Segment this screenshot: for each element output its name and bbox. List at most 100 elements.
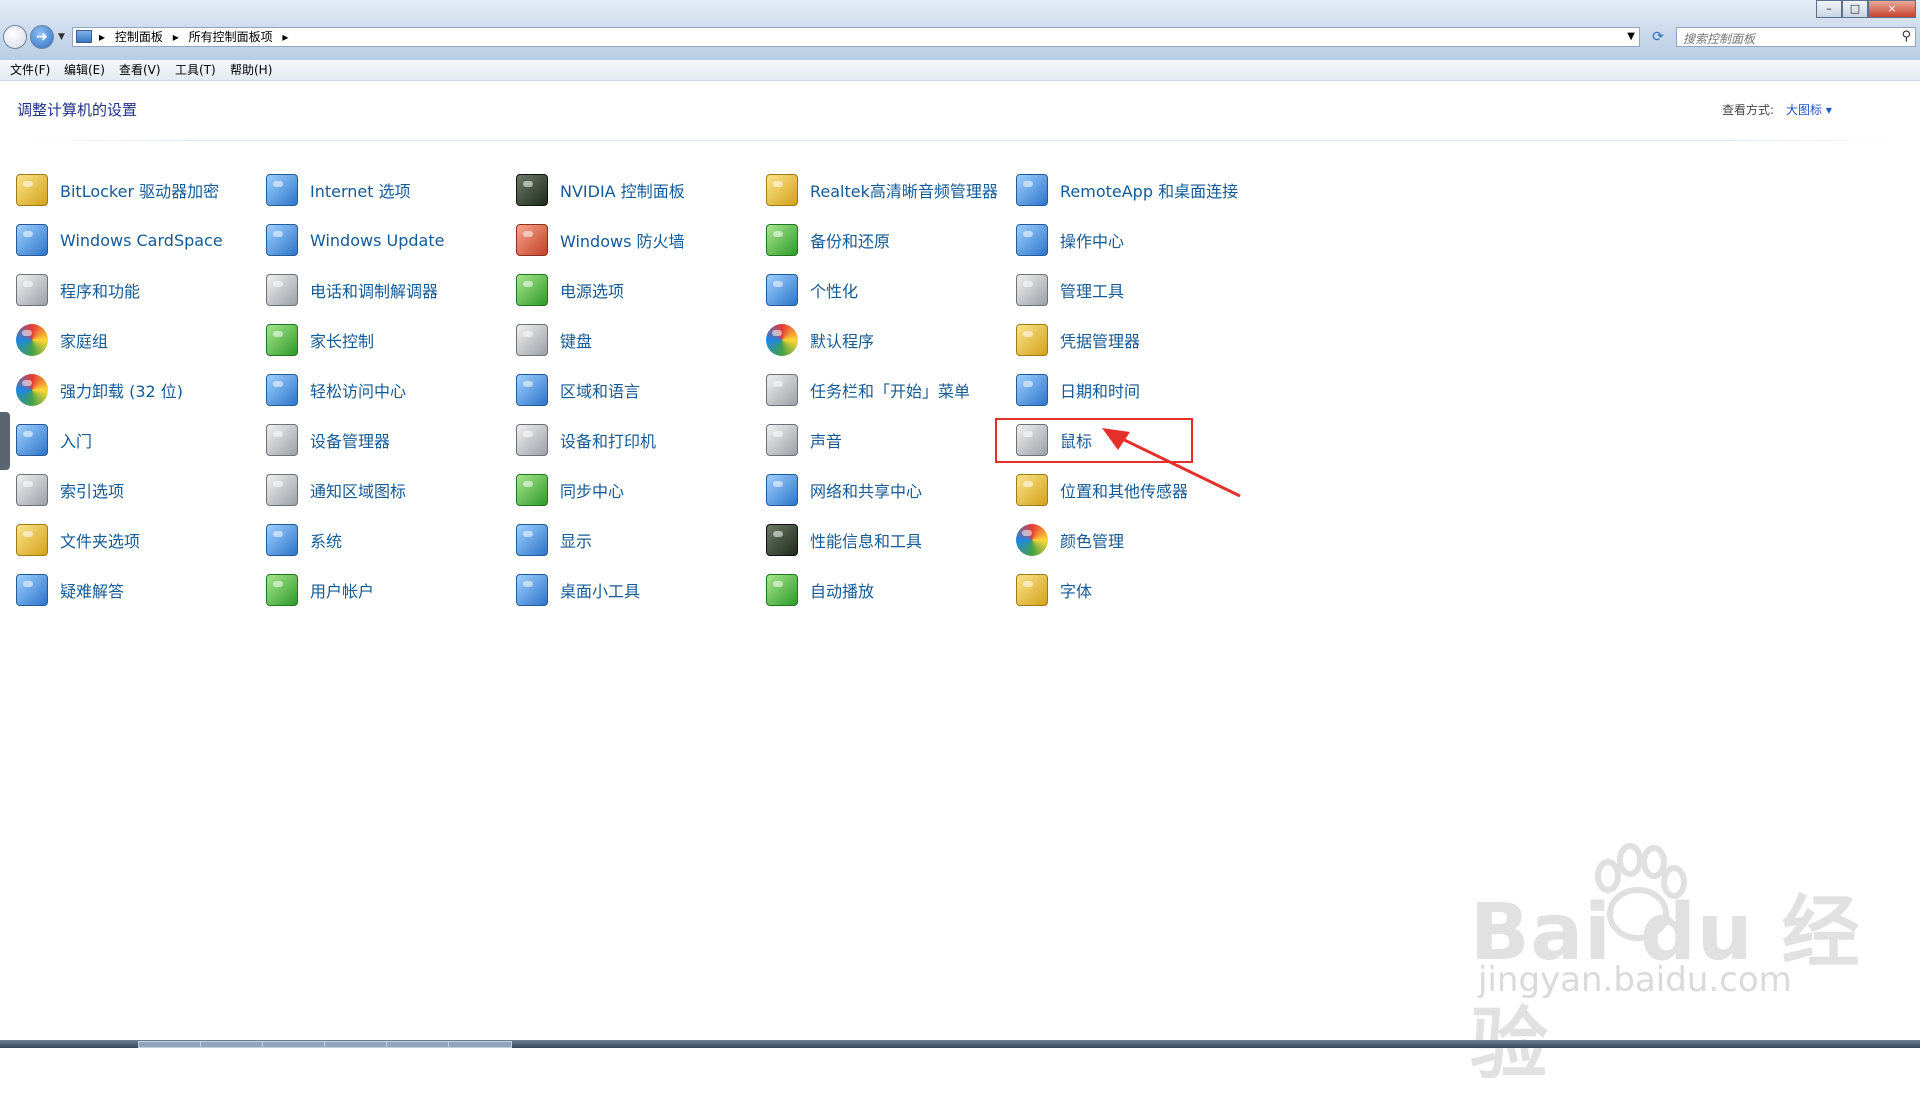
cp-item-user-accounts[interactable]: 用户帐户 [266, 573, 374, 607]
cp-item-label: 默认程序 [810, 332, 875, 351]
search-box[interactable]: ⚲ [1676, 27, 1916, 49]
cp-item-realtek-audio[interactable]: Realtek高清晰音频管理器 [766, 173, 998, 207]
menu-file[interactable]: 文件(F) [10, 60, 50, 80]
cp-item-label: 入门 [60, 432, 93, 451]
cp-item-keyboard[interactable]: 键盘 [516, 323, 592, 357]
cp-item-system[interactable]: 系统 [266, 523, 342, 557]
folder-options-icon [16, 524, 48, 556]
watermark-url: jingyan.baidu.com [1478, 960, 1792, 1000]
cp-item-fonts[interactable]: 字体 [1016, 573, 1092, 607]
cp-item-label: 键盘 [560, 332, 593, 351]
cp-item-label: RemoteApp 和桌面连接 [1060, 182, 1239, 201]
desktop-gadgets-icon [516, 574, 548, 606]
cp-item-default-programs[interactable]: 默认程序 [766, 323, 874, 357]
cp-item-devices-printers[interactable]: 设备和打印机 [516, 423, 656, 457]
side-handle[interactable] [0, 412, 10, 470]
cp-item-folder-options[interactable]: 文件夹选项 [16, 523, 140, 557]
cp-item-date-time[interactable]: 日期和时间 [1016, 373, 1140, 407]
forward-button[interactable]: ➜ [30, 25, 54, 49]
cp-item-remoteapp[interactable]: RemoteApp 和桌面连接 [1016, 173, 1238, 207]
cp-item-credential-manager[interactable]: 凭据管理器 [1016, 323, 1140, 357]
cp-item-administrative-tools[interactable]: 管理工具 [1016, 273, 1124, 307]
cp-item-phone-modem[interactable]: 电话和调制解调器 [266, 273, 438, 307]
cp-item-nvidia[interactable]: NVIDIA 控制面板 [516, 173, 685, 207]
cp-item-indexing[interactable]: 索引选项 [16, 473, 124, 507]
cp-item-uninstaller[interactable]: 强力卸载 (32 位) [16, 373, 183, 407]
cp-item-windows-update[interactable]: Windows Update [266, 223, 444, 257]
cp-item-label: 索引选项 [60, 482, 125, 501]
taskbar-button[interactable] [386, 1041, 450, 1048]
cp-item-sound[interactable]: 声音 [766, 423, 842, 457]
cp-item-network-sharing[interactable]: 网络和共享中心 [766, 473, 922, 507]
header-divider [12, 140, 1906, 141]
minimize-button[interactable]: – [1816, 0, 1842, 18]
cp-item-parental-controls[interactable]: 家长控制 [266, 323, 374, 357]
taskbar-button[interactable] [324, 1041, 388, 1048]
taskbar-button[interactable] [138, 1041, 202, 1048]
cp-item-label: 程序和功能 [60, 282, 141, 301]
cp-item-ease-of-access[interactable]: 轻松访问中心 [266, 373, 406, 407]
breadcrumb-all-items[interactable]: 所有控制面板项 [189, 30, 273, 44]
cp-item-power-options[interactable]: 电源选项 [516, 273, 624, 307]
cp-item-troubleshooting[interactable]: 疑难解答 [16, 573, 124, 607]
cp-item-region-language[interactable]: 区域和语言 [516, 373, 640, 407]
address-dropdown-icon[interactable]: ▼ [1627, 28, 1635, 46]
taskbar-button[interactable] [200, 1041, 264, 1048]
bitlocker-key-icon [16, 174, 48, 206]
breadcrumb-sep-icon: ▸ [282, 30, 289, 44]
breadcrumb-control-panel[interactable]: 控制面板 [115, 30, 163, 44]
recent-pages-dropdown[interactable]: ▼ [58, 32, 65, 42]
cp-item-programs[interactable]: 程序和功能 [16, 273, 140, 307]
backup-restore-icon [766, 224, 798, 256]
cp-item-device-manager[interactable]: 设备管理器 [266, 423, 390, 457]
date-time-icon [1016, 374, 1048, 406]
cp-item-sync-center[interactable]: 同步中心 [516, 473, 624, 507]
menu-view[interactable]: 查看(V) [119, 60, 161, 80]
cp-item-performance[interactable]: 性能信息和工具 [766, 523, 922, 557]
cp-item-label: Realtek高清晰音频管理器 [810, 182, 998, 201]
refresh-icon[interactable]: ⟳ [1648, 27, 1668, 47]
cp-item-taskbar-start-menu[interactable]: 任务栏和「开始」菜单 [766, 373, 970, 407]
cp-item-label: 系统 [310, 532, 343, 551]
cp-item-cardspace[interactable]: Windows CardSpace [16, 223, 223, 257]
menu-help[interactable]: 帮助(H) [230, 60, 272, 80]
cp-item-autoplay[interactable]: 自动播放 [766, 573, 874, 607]
location-sensors-icon [1016, 474, 1048, 506]
fonts-icon [1016, 574, 1048, 606]
address-bar[interactable]: ▸ 控制面板 ▸ 所有控制面板项 ▸ ▼ [72, 27, 1640, 47]
cp-item-label: 设备管理器 [310, 432, 391, 451]
maximize-button[interactable]: □ [1842, 0, 1868, 18]
menu-tools[interactable]: 工具(T) [175, 60, 216, 80]
region-language-icon [516, 374, 548, 406]
cp-item-desktop-gadgets[interactable]: 桌面小工具 [516, 573, 640, 607]
cp-item-notification-area[interactable]: 通知区域图标 [266, 473, 406, 507]
search-icon[interactable]: ⚲ [1901, 29, 1911, 44]
close-button[interactable]: × [1868, 0, 1916, 18]
cp-item-homegroup[interactable]: 家庭组 [16, 323, 108, 357]
cp-item-personalization[interactable]: 个性化 [766, 273, 858, 307]
cp-item-bitlocker-key[interactable]: BitLocker 驱动器加密 [16, 173, 219, 207]
cp-item-display[interactable]: 显示 [516, 523, 592, 557]
taskbar-button[interactable] [262, 1041, 326, 1048]
back-button[interactable] [3, 25, 27, 49]
search-input[interactable] [1677, 29, 1885, 49]
troubleshooting-icon [16, 574, 48, 606]
cp-item-label: 网络和共享中心 [810, 482, 923, 501]
cp-item-backup-restore[interactable]: 备份和还原 [766, 223, 890, 257]
cp-item-label: 字体 [1060, 582, 1093, 601]
sound-icon [766, 424, 798, 456]
cp-item-firewall[interactable]: Windows 防火墙 [516, 223, 685, 257]
cp-item-color-management[interactable]: 颜色管理 [1016, 523, 1124, 557]
keyboard-icon [516, 324, 548, 356]
page-title: 调整计算机的设置 [17, 101, 138, 119]
cp-item-action-center-flag[interactable]: 操作中心 [1016, 223, 1124, 257]
menu-edit[interactable]: 编辑(E) [64, 60, 105, 80]
cp-item-getting-started[interactable]: 入门 [16, 423, 92, 457]
cp-item-label: 显示 [560, 532, 593, 551]
view-by-dropdown[interactable]: 大图标 ▾ [1786, 101, 1832, 118]
control-panel-icon [76, 30, 92, 43]
cp-item-internet-options[interactable]: Internet 选项 [266, 173, 411, 207]
breadcrumb: ▸ 控制面板 ▸ 所有控制面板项 ▸ [99, 28, 294, 46]
cp-item-label: 电源选项 [560, 282, 625, 301]
taskbar-button[interactable] [448, 1041, 512, 1048]
